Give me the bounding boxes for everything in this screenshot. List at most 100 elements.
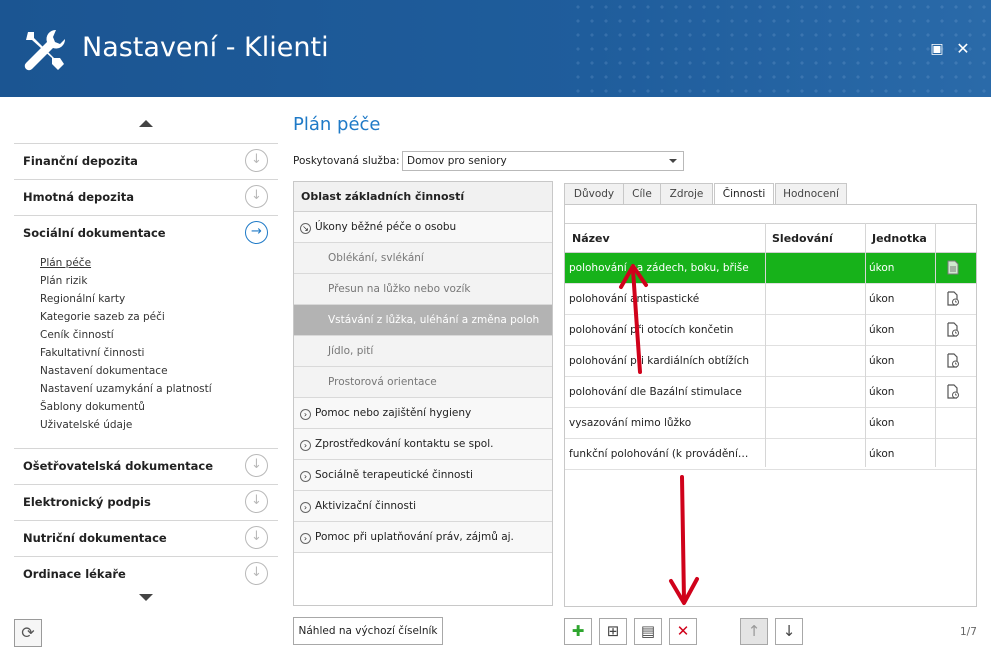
sidebar-section-ordinace-lekare[interactable]: Ordinace lékaře ↓ (14, 556, 278, 591)
sidebar-item-sablony-dokumentu[interactable]: Šablony dokumentů (40, 401, 145, 413)
sidebar-item-uzivatelske-udaje[interactable]: Uživatelské údaje (40, 419, 132, 431)
area-group[interactable]: › Zprostředkování kontaktu se spol. (294, 429, 552, 460)
default-codebook-button[interactable]: Náhled na výchozí číselník (293, 617, 443, 645)
table-row[interactable]: vysazování mimo lůžko úkon (565, 408, 976, 439)
grid-header: Název Sledování Jednotka (565, 223, 976, 253)
document-clock-icon[interactable] (947, 353, 959, 368)
tab-zdroje[interactable]: Zdroje (660, 183, 713, 205)
delete-icon: ✕ (676, 622, 690, 640)
tab-cinnosti[interactable]: Činnosti (714, 183, 774, 205)
area-label: Přesun na lůžko nebo vozík (328, 283, 471, 295)
chevron-down-circle-icon[interactable]: ↓ (245, 562, 268, 585)
move-up-button[interactable]: ↑ (740, 618, 768, 645)
service-select[interactable]: Domov pro seniory (402, 151, 684, 171)
sidebar-item-cenik-cinnosti[interactable]: Ceník činností (40, 329, 114, 341)
sidebar-section-label: Nutriční dokumentace (23, 531, 167, 545)
refresh-button[interactable]: ⟳ (14, 619, 42, 647)
edit-button[interactable]: ▤ (634, 618, 662, 645)
document-clock-icon[interactable] (947, 384, 959, 399)
sidebar-item-plan-rizik[interactable]: Plán rizik (40, 275, 87, 287)
chevron-down-circle-icon[interactable]: ↓ (245, 185, 268, 208)
area-item[interactable]: Jídlo, pití (294, 336, 552, 367)
maximize-button[interactable]: ▣ (928, 40, 946, 58)
add-sub-button[interactable]: ⊞ (599, 618, 627, 645)
cell-name: polohování antispastické (569, 293, 700, 305)
area-label: Prostorová orientace (328, 376, 437, 388)
area-group[interactable]: › Sociálně terapeutické činnosti (294, 460, 552, 491)
collapsed-circle-icon[interactable]: › (300, 409, 311, 420)
delete-button[interactable]: ✕ (669, 618, 697, 645)
sidebar-item-nastaveni-dokumentace[interactable]: Nastavení dokumentace (40, 365, 168, 377)
sidebar-section-hmotna-depozita[interactable]: Hmotná depozita ↓ (14, 179, 278, 214)
area-group[interactable]: › Pomoc nebo zajištění hygieny (294, 398, 552, 429)
sidebar-item-nastaveni-uzamykani[interactable]: Nastavení uzamykání a platností (40, 383, 212, 395)
activities-grid: Název Sledování Jednotka polohování na z… (564, 204, 977, 607)
cell-unit: úkon (869, 293, 895, 305)
sidebar-item-kategorie-sazeb[interactable]: Kategorie sazeb za péči (40, 311, 165, 323)
sidebar-section-socialni-dokumentace[interactable]: Sociální dokumentace → (14, 215, 278, 250)
close-button[interactable]: ✕ (954, 40, 972, 58)
sidebar-item-fakultativni-cinnosti[interactable]: Fakultativní činnosti (40, 347, 144, 359)
tab-cile[interactable]: Cíle (623, 183, 661, 205)
area-item[interactable]: Přesun na lůžko nebo vozík (294, 274, 552, 305)
chevron-down-circle-icon[interactable]: ↓ (245, 149, 268, 172)
area-item[interactable]: Prostorová orientace (294, 367, 552, 398)
document-icon[interactable] (947, 260, 959, 275)
area-group[interactable]: › Pomoc při uplatňování práv, zájmů aj. (294, 522, 552, 553)
edit-icon: ▤ (640, 622, 656, 640)
sidebar-section-label: Ošetřovatelská dokumentace (23, 459, 214, 473)
cell-unit: úkon (869, 417, 895, 429)
collapsed-circle-icon[interactable]: › (300, 533, 311, 544)
column-header-jednotka[interactable]: Jednotka (872, 232, 927, 245)
sidebar-item-regionalni-karty[interactable]: Regionální karty (40, 293, 125, 305)
cell-name: polohování na zádech, boku, břiše (569, 262, 749, 274)
sidebar-section-elektronicky-podpis[interactable]: Elektronický podpis ↓ (14, 484, 278, 519)
area-item[interactable]: Oblékání, svlékání (294, 243, 552, 274)
column-header-nazev[interactable]: Název (572, 232, 610, 245)
chevron-down-circle-icon[interactable]: ↓ (245, 454, 268, 477)
chevron-down-circle-icon[interactable]: ↓ (245, 490, 268, 513)
table-row[interactable]: polohování při kardiálních obtížích úkon (565, 346, 976, 377)
area-group-ukony[interactable]: ↘ Úkony běžné péče o osobu (294, 212, 552, 243)
scroll-down-icon[interactable] (139, 594, 153, 601)
sidebar-section-label: Ordinace lékaře (23, 567, 126, 581)
area-group[interactable]: › Aktivizační činnosti (294, 491, 552, 522)
document-clock-icon[interactable] (947, 291, 959, 306)
column-divider (765, 223, 766, 467)
move-down-button[interactable]: ↓ (775, 618, 803, 645)
area-item-selected[interactable]: Vstávání z lůžka, uléhání a změna poloh (294, 305, 552, 336)
tab-duvody[interactable]: Důvody (564, 183, 624, 205)
chevron-down-circle-icon[interactable]: ↓ (245, 526, 268, 549)
page-title: Plán péče (293, 114, 381, 135)
collapsed-circle-icon[interactable]: › (300, 471, 311, 482)
sidebar-item-plan-pece[interactable]: Plán péče (40, 257, 91, 269)
area-label: Úkony běžné péče o osobu (315, 221, 457, 233)
tab-hodnoceni[interactable]: Hodnocení (775, 183, 847, 205)
document-clock-icon[interactable] (947, 322, 959, 337)
arrow-down-icon: ↓ (782, 622, 796, 640)
cell-unit: úkon (869, 324, 895, 336)
sidebar-section-osetrovatelska-dokumentace[interactable]: Ošetřovatelská dokumentace ↓ (14, 448, 278, 483)
plus-icon: ✚ (571, 622, 585, 640)
column-header-sledovani[interactable]: Sledování (772, 232, 833, 245)
table-row[interactable]: funkční polohování (k provádění… úkon (565, 439, 976, 470)
table-row[interactable]: polohování na zádech, boku, břiše úkon (565, 253, 976, 284)
table-row[interactable]: polohování při otocích končetin úkon (565, 315, 976, 346)
arrow-right-circle-icon[interactable]: → (245, 221, 268, 244)
table-row[interactable]: polohování dle Bazální stimulace úkon (565, 377, 976, 408)
sidebar-section-nutricni-dokumentace[interactable]: Nutriční dokumentace ↓ (14, 520, 278, 555)
collapsed-circle-icon[interactable]: › (300, 440, 311, 451)
add-button[interactable]: ✚ (564, 618, 592, 645)
cell-unit: úkon (869, 262, 895, 274)
cell-name: polohování při kardiálních obtížích (569, 355, 750, 367)
sidebar: Finanční depozita ↓ Hmotná depozita ↓ So… (14, 108, 278, 608)
expanded-circle-icon[interactable]: ↘ (300, 223, 311, 234)
table-row[interactable]: polohování antispastické úkon (565, 284, 976, 315)
collapsed-circle-icon[interactable]: › (300, 502, 311, 513)
sidebar-section-financni-depozita[interactable]: Finanční depozita ↓ (14, 143, 278, 178)
area-label: Sociálně terapeutické činnosti (315, 469, 473, 481)
title-bar: Nastavení - Klienti ▣ ✕ (0, 0, 991, 97)
scroll-up-icon[interactable] (139, 120, 153, 127)
service-select-value: Domov pro seniory (407, 155, 507, 167)
area-label: Oblékání, svlékání (328, 252, 424, 264)
